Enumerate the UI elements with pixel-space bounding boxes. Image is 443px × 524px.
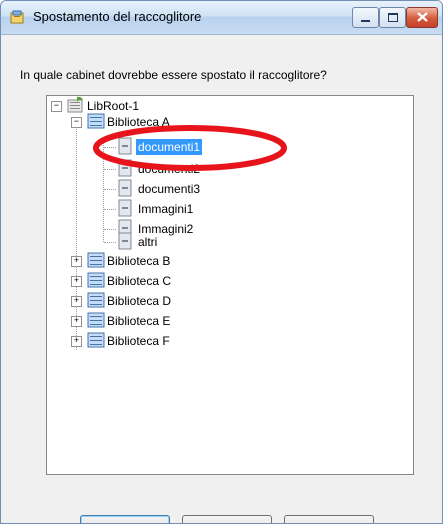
tree-line: [104, 242, 116, 243]
prompt-label: In quale cabinet dovrebbe essere spostat…: [20, 68, 327, 82]
close-button[interactable]: [406, 7, 438, 28]
cabinet-icon: [87, 252, 105, 271]
expand-icon[interactable]: +: [71, 335, 82, 347]
tree-node-label: Biblioteca D: [107, 294, 172, 308]
tree-node-label: Biblioteca E: [107, 314, 171, 328]
tree-node-label: altri: [138, 235, 158, 249]
cabinet-icon: [87, 312, 105, 331]
cabinet-icon: [87, 332, 105, 351]
maximize-icon: [387, 13, 398, 22]
maximize-button[interactable]: [379, 7, 406, 28]
expand-icon[interactable]: +: [71, 315, 82, 327]
expand-icon[interactable]: +: [71, 295, 82, 307]
tree-node-altri[interactable]: altri: [117, 232, 159, 253]
cancel-button[interactable]: Annulla: [182, 515, 272, 523]
dialog-body: In quale cabinet dovrebbe essere spostat…: [9, 35, 434, 523]
move-binder-dialog: Spostamento del raccoglitore In quale ca…: [0, 0, 443, 524]
tree-node-label: Immagini1: [138, 202, 194, 216]
tree-node-immagini1[interactable]: Immagini1: [117, 199, 195, 220]
help-button[interactable]: ?: [284, 515, 374, 523]
drawer-icon: [117, 199, 133, 220]
cabinet-icon: [87, 292, 105, 311]
binder-app-icon: [9, 9, 25, 25]
tree-line: [104, 209, 116, 210]
close-icon: [416, 11, 428, 25]
minimize-icon: [361, 19, 370, 22]
tree-line: [104, 189, 116, 190]
expand-icon[interactable]: +: [71, 275, 82, 287]
highlight-annotation: [93, 125, 287, 171]
tree-node-biblioteca-f[interactable]: + Biblioteca F: [71, 332, 172, 350]
cabinet-tree[interactable]: − LibRoot-1 − Biblioteca A documenti1 do…: [46, 95, 414, 475]
tree-node-biblioteca-c[interactable]: + Biblioteca C: [71, 272, 173, 290]
expand-icon[interactable]: +: [71, 255, 82, 267]
ok-button[interactable]: OK: [80, 515, 170, 523]
tree-node-label: Biblioteca C: [107, 274, 172, 288]
collapse-icon[interactable]: −: [71, 116, 82, 128]
tree-node-biblioteca-d[interactable]: + Biblioteca D: [71, 292, 173, 310]
minimize-button[interactable]: [352, 7, 379, 28]
tree-node-label: documenti3: [138, 182, 201, 196]
tree-node-label: Biblioteca B: [107, 254, 171, 268]
collapse-icon[interactable]: −: [51, 100, 62, 112]
cabinet-icon: [87, 272, 105, 291]
tree-node-label: Biblioteca F: [107, 334, 170, 348]
tree-node-biblioteca-e[interactable]: + Biblioteca E: [71, 312, 172, 330]
tree-node-documenti3[interactable]: documenti3: [117, 179, 202, 200]
drawer-icon: [117, 232, 133, 253]
tree-node-biblioteca-b[interactable]: + Biblioteca B: [71, 252, 172, 270]
drawer-icon: [117, 179, 133, 200]
tree-line: [104, 229, 116, 230]
title-bar[interactable]: Spostamento del raccoglitore: [1, 1, 442, 35]
window-title: Spostamento del raccoglitore: [33, 9, 202, 24]
